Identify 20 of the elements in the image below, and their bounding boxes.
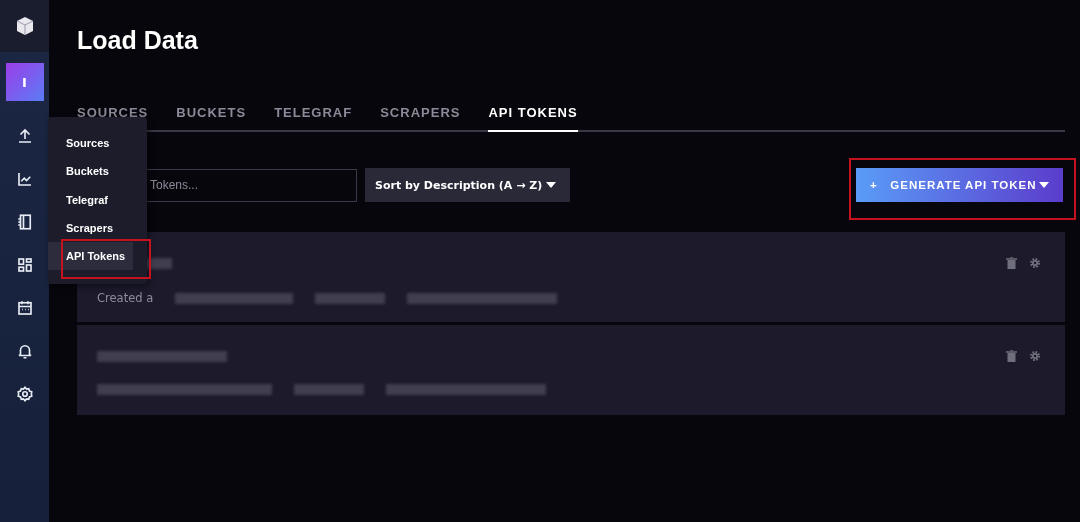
generate-token-button[interactable]: + GENERATE API TOKEN: [856, 168, 1063, 202]
page-title: Load Data: [77, 26, 199, 55]
notebook-icon[interactable]: [15, 213, 34, 231]
caret-icon: [546, 182, 556, 188]
chart-icon[interactable]: [15, 170, 34, 188]
calendar-icon[interactable]: [15, 299, 34, 317]
tab[interactable]: SCRAPERS: [380, 95, 461, 132]
trash-icon[interactable]: [1006, 350, 1017, 362]
token-meta: Created a: [97, 291, 154, 305]
dashboard-icon[interactable]: [15, 256, 34, 274]
trash-icon[interactable]: [1006, 257, 1017, 269]
user-avatar[interactable]: I: [5, 63, 44, 101]
menu-item[interactable]: API Tokens: [48, 242, 133, 271]
tab[interactable]: API TOKENS: [488, 95, 578, 132]
tab[interactable]: TELEGRAF: [274, 95, 353, 132]
caret-icon: [1039, 182, 1049, 188]
menu-item[interactable]: Sources: [48, 129, 133, 158]
tab[interactable]: BUCKETS: [176, 95, 247, 132]
logo-icon[interactable]: [14, 16, 35, 36]
sort-dropdown[interactable]: Sort by Description (A → Z): [365, 168, 570, 202]
